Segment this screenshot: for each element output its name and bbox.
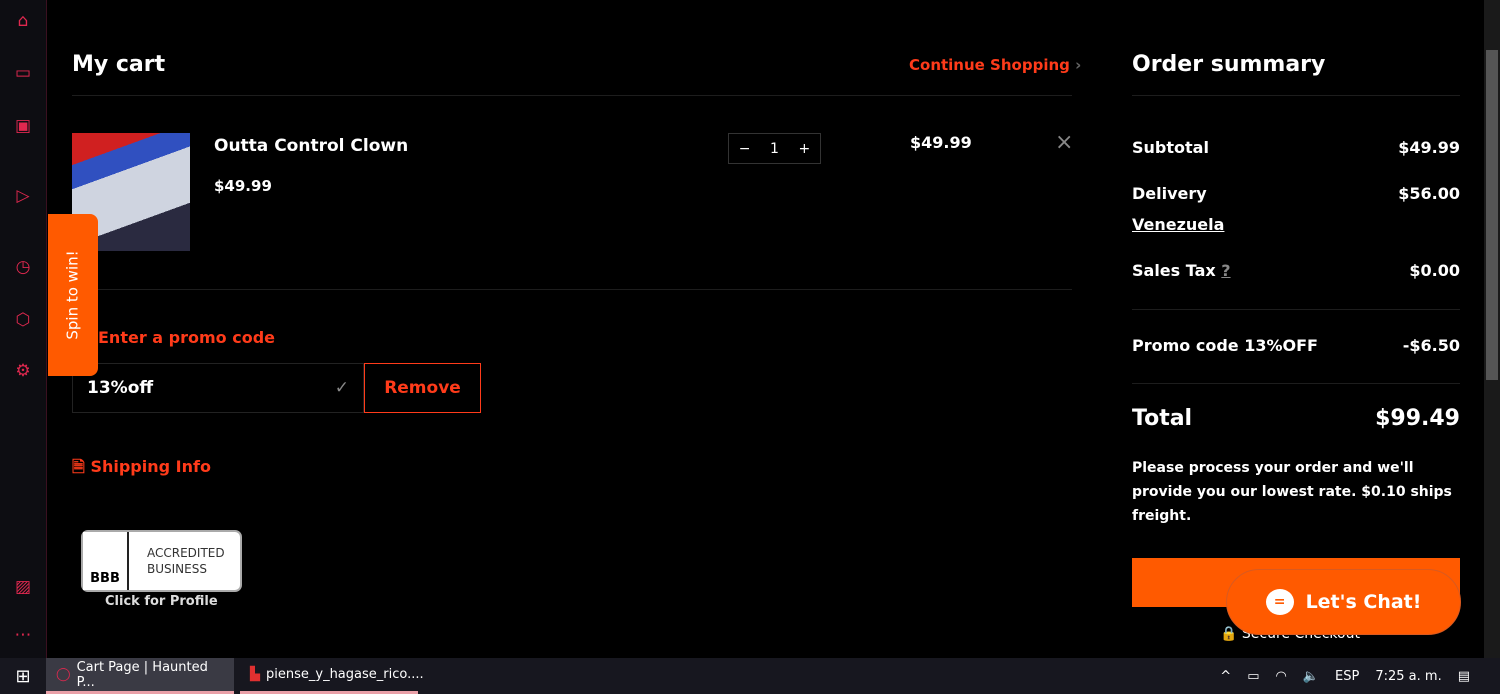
promo-label: Enter a promo code xyxy=(98,328,275,347)
subtotal-label: Subtotal xyxy=(1132,138,1209,157)
bbb-line2: BUSINESS xyxy=(147,562,207,576)
opera-icon: ◯ xyxy=(56,667,71,682)
chat-button[interactable]: = Let's Chat! xyxy=(1226,569,1461,635)
delivery-label: Delivery xyxy=(1132,184,1207,203)
box-icon[interactable]: ⬡ xyxy=(12,309,34,331)
more-icon[interactable]: ⋯ xyxy=(12,624,34,646)
page-title: My cart xyxy=(72,52,166,77)
divider xyxy=(72,95,1072,96)
bbb-caption[interactable]: Click for Profile xyxy=(105,594,218,609)
chevron-up-icon[interactable]: ^ xyxy=(1220,669,1231,684)
taskbar-tab-pdf[interactable]: ▙ piense_y_hagase_rico.... xyxy=(240,658,424,694)
promo-summary-label: Promo code 13%OFF xyxy=(1132,336,1318,355)
continue-shopping-link[interactable]: Continue Shopping › xyxy=(909,56,1081,74)
play-icon[interactable]: ▷ xyxy=(12,185,34,207)
quantity-stepper: − 1 + xyxy=(728,133,821,164)
remove-promo-button[interactable]: Remove xyxy=(364,363,481,413)
plus-icon[interactable]: + xyxy=(798,141,810,157)
delivery-row: Delivery $56.00 xyxy=(1132,184,1460,203)
summary-title: Order summary xyxy=(1132,52,1326,77)
clock[interactable]: 7:25 a. m. xyxy=(1375,669,1441,684)
gear-icon[interactable]: ⚙ xyxy=(12,360,34,382)
tab1-label: Cart Page | Haunted P... xyxy=(76,659,208,690)
subtotal-value: $49.99 xyxy=(1398,138,1460,157)
total-value: $99.49 xyxy=(1375,406,1460,431)
pdf-icon: ▙ xyxy=(250,667,260,682)
country-link[interactable]: Venezuela xyxy=(1132,215,1224,234)
promo-row: Promo code 13%OFF -$6.50 xyxy=(1132,336,1460,355)
total-row: Total $99.49 xyxy=(1132,406,1460,431)
bbb-badge[interactable]: BBB ACCREDITED BUSINESS xyxy=(81,530,242,592)
volume-icon[interactable]: 🔈 xyxy=(1303,669,1319,684)
line-total: $49.99 xyxy=(910,133,972,152)
windows-start-icon[interactable]: ⊞ xyxy=(0,666,46,687)
promo-input[interactable]: 13%off ✓ xyxy=(72,363,364,413)
product-price: $49.99 xyxy=(214,177,272,195)
tax-label: Sales Tax xyxy=(1132,261,1216,280)
document-icon: 🗎 xyxy=(72,457,85,476)
taskbar-tab-browser[interactable]: ◯ Cart Page | Haunted P... xyxy=(46,658,234,694)
continue-label: Continue Shopping xyxy=(909,56,1070,74)
subtotal-row: Subtotal $49.99 xyxy=(1132,138,1460,157)
promo-value: 13%off xyxy=(87,378,154,398)
store-icon[interactable]: ⌂ xyxy=(12,10,34,32)
chevron-right-icon: › xyxy=(1075,56,1082,74)
battery-icon[interactable]: ▭ xyxy=(1247,669,1259,684)
twitch-icon[interactable]: ▭ xyxy=(12,62,34,84)
scrollbar-thumb[interactable] xyxy=(1486,50,1498,380)
bbb-logo: BBB xyxy=(83,532,129,590)
delivery-value: $56.00 xyxy=(1398,184,1460,203)
spin-to-win-tab[interactable]: Spin to win! xyxy=(48,214,98,376)
system-tray: ^ ▭ ◠ 🔈 ESP 7:25 a. m. ▤ xyxy=(1220,658,1470,694)
gallery-icon[interactable]: ▨ xyxy=(12,576,34,598)
total-label: Total xyxy=(1132,406,1193,431)
promo-summary-value: -$6.50 xyxy=(1402,336,1460,355)
tax-value: $0.00 xyxy=(1409,261,1460,280)
clock-icon[interactable]: ◷ xyxy=(12,256,34,278)
shipping-note: Please process your order and we'll prov… xyxy=(1132,460,1452,524)
scrollbar[interactable] xyxy=(1484,0,1500,658)
language-indicator[interactable]: ESP xyxy=(1335,669,1359,684)
notifications-icon[interactable]: ▤ xyxy=(1458,669,1470,684)
lock-icon: 🔒 xyxy=(1220,626,1238,642)
minus-icon[interactable]: − xyxy=(739,141,751,157)
shipping-label: Shipping Info xyxy=(90,457,211,476)
chat-label: Let's Chat! xyxy=(1305,591,1422,613)
chip-icon[interactable]: ▣ xyxy=(12,115,34,137)
shipping-info-link[interactable]: 🗎 Shipping Info xyxy=(72,456,211,483)
tax-row: Sales Tax ? $0.00 xyxy=(1132,261,1460,280)
tax-help-link[interactable]: ? xyxy=(1221,261,1230,280)
close-icon[interactable]: × xyxy=(1055,130,1073,155)
divider xyxy=(1132,309,1460,310)
sidebar: ⌂ ▭ ▣ ▷ ◷ ⬡ ⚙ ▨ ⋯ xyxy=(0,0,47,658)
divider xyxy=(1132,95,1460,96)
taskbar: ⊞ ◯ Cart Page | Haunted P... ▙ piense_y_ha… xyxy=(0,658,1500,694)
bbb-line1: ACCREDITED xyxy=(147,546,225,560)
product-name[interactable]: Outta Control Clown xyxy=(214,136,408,156)
quantity-value[interactable]: 1 xyxy=(770,141,779,157)
wifi-icon[interactable]: ◠ xyxy=(1276,669,1287,684)
spin-label: Spin to win! xyxy=(64,250,82,340)
chat-bubble-icon: = xyxy=(1265,589,1294,615)
tab2-label: piense_y_hagase_rico.... xyxy=(266,667,424,682)
divider xyxy=(1132,383,1460,384)
divider xyxy=(72,289,1072,290)
check-icon: ✓ xyxy=(334,378,349,398)
